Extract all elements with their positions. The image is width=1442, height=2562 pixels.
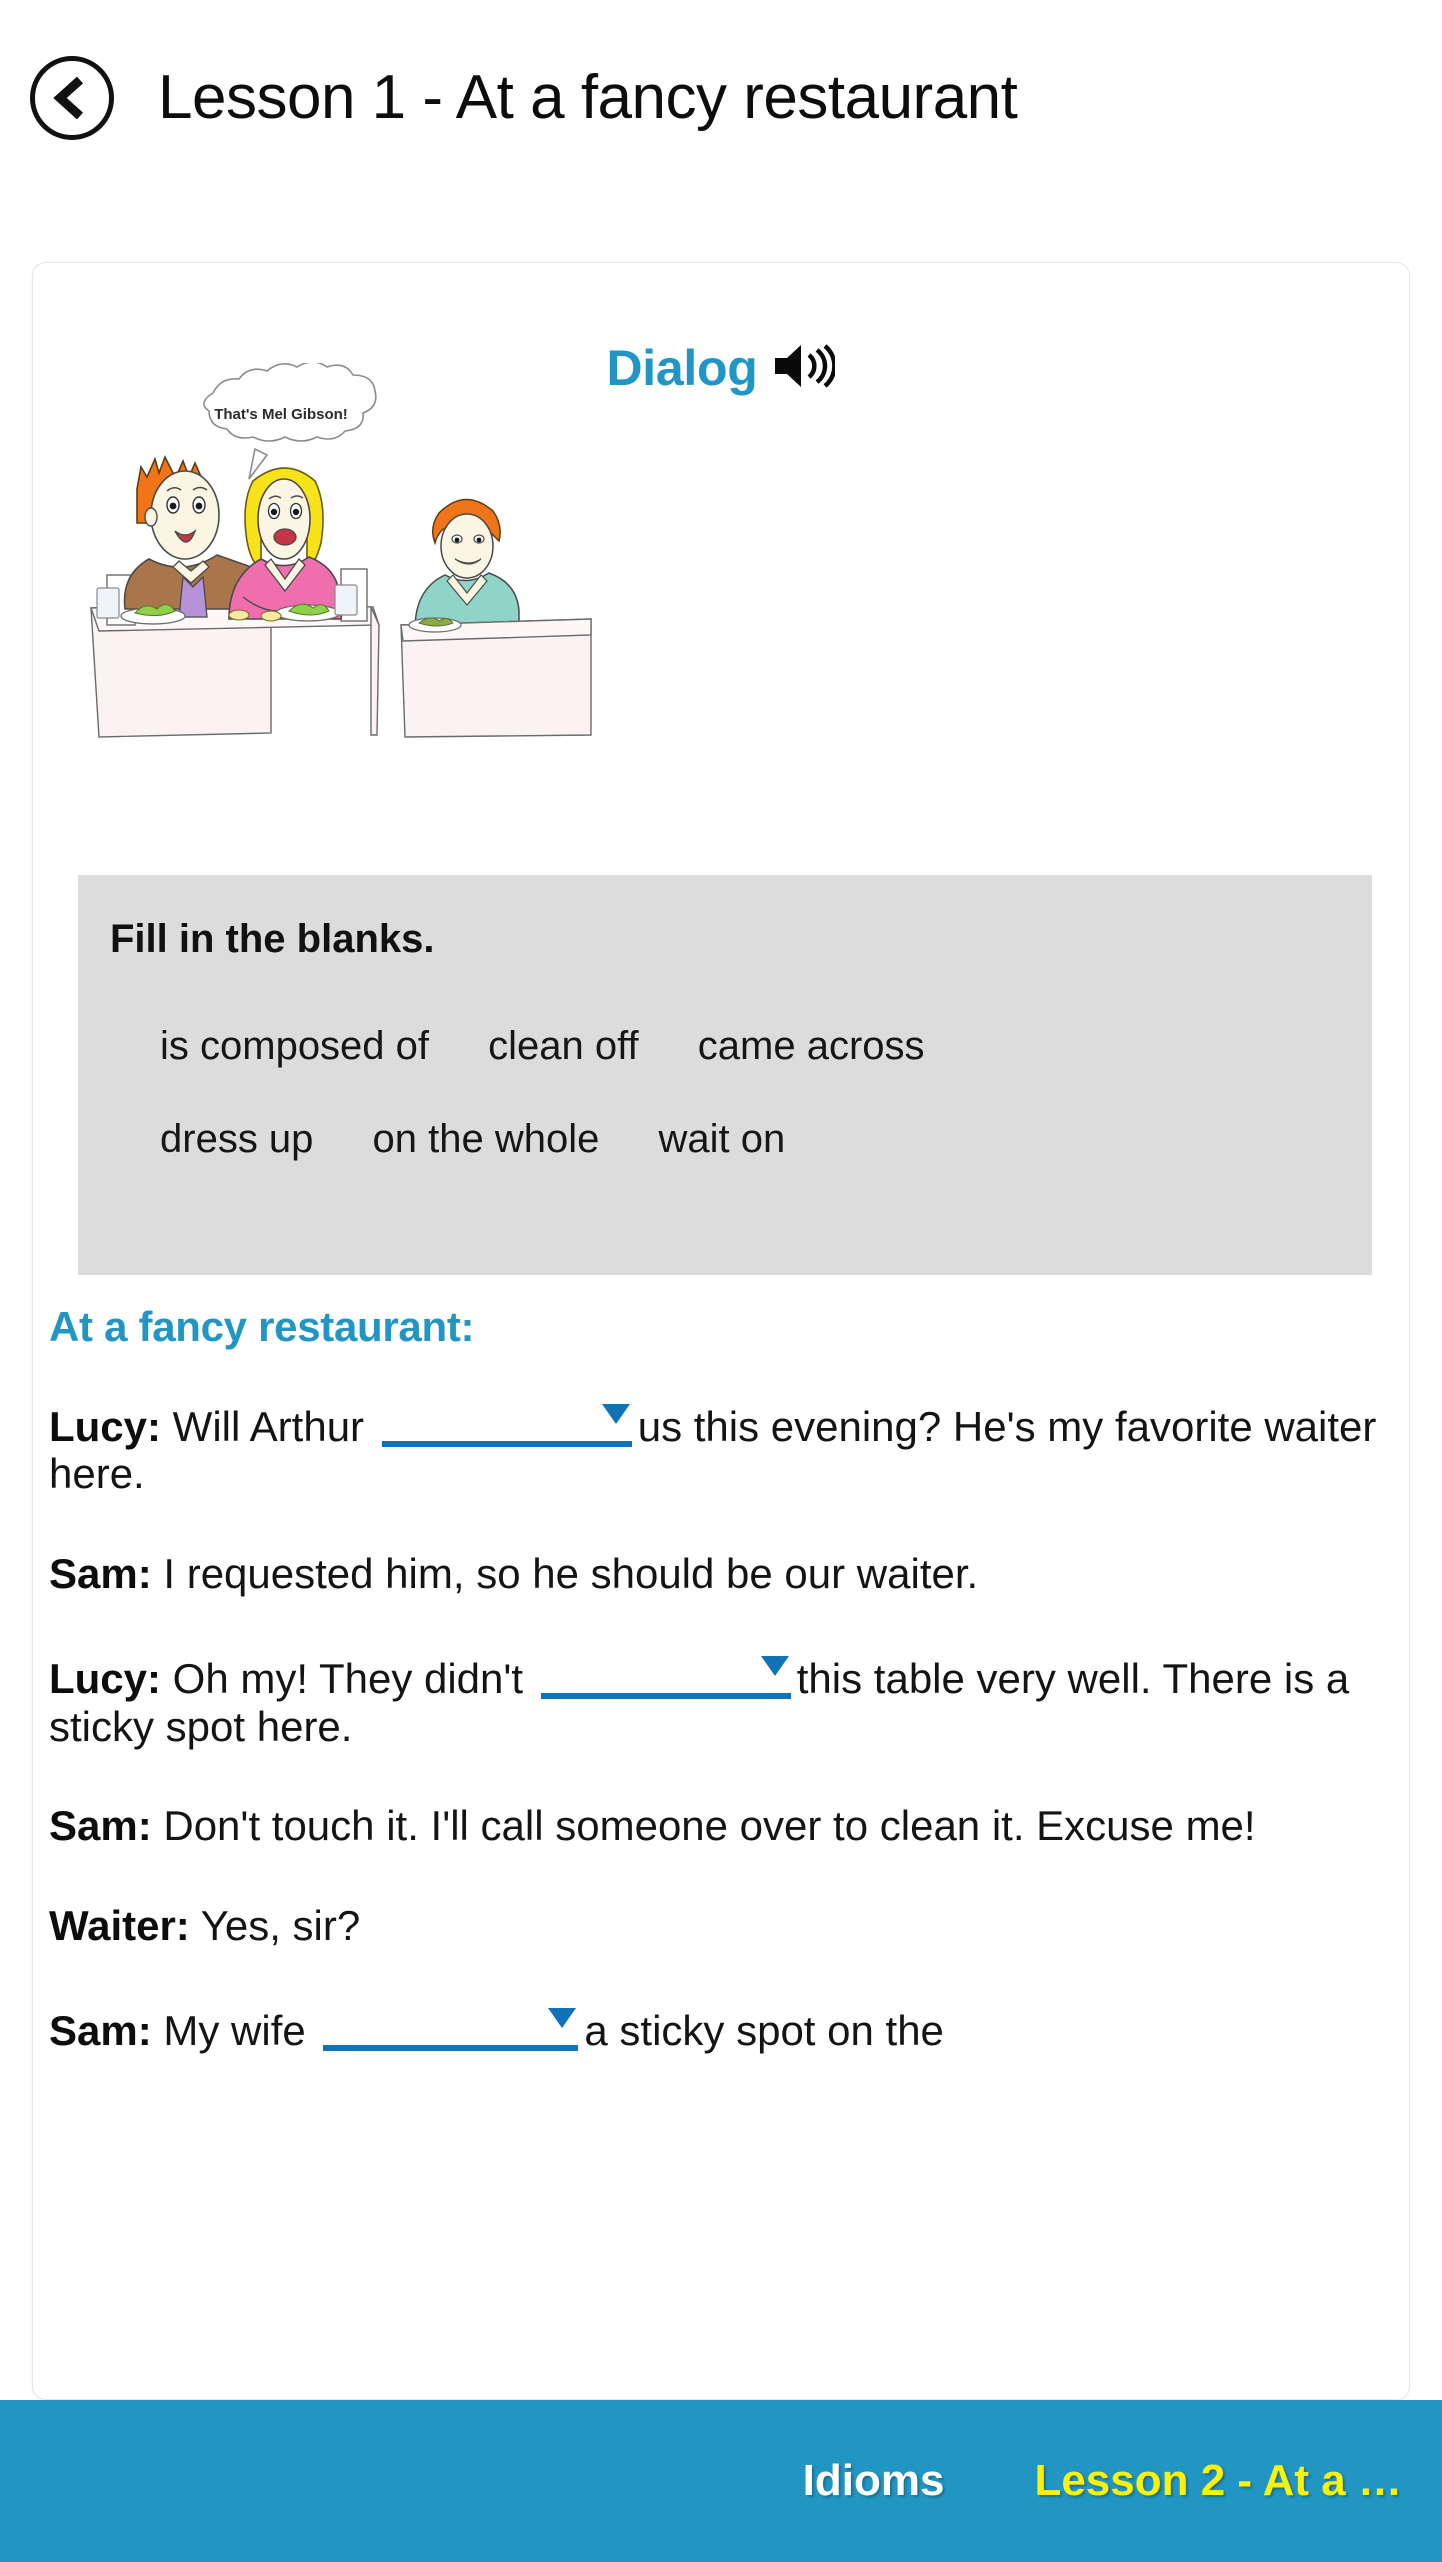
blank-dropdown-3[interactable] [323,2001,579,2052]
dialog-line: Lucy: Oh my! They didn't this table very… [49,1649,1395,1750]
word-bank-item[interactable]: came across [698,1024,925,1069]
line-text-after: a sticky spot on the [584,2007,944,2055]
dialog-section-title: At a fancy restaurant: [49,1303,475,1350]
blank-dropdown-1[interactable] [381,1397,632,1447]
word-bank-row-2: dress up on the whole wait on [110,1117,1372,1162]
dialog-line: Sam: I requested him, so he should be ou… [49,1550,1395,1597]
speaker-volume-icon[interactable] [773,342,838,395]
word-bank-item[interactable]: dress up [160,1117,313,1162]
dialog-line: Sam: My wife a sticky spot on the [49,2001,1395,2054]
lesson-illustration: That's Mel Gibson! [83,363,603,743]
chevron-down-icon [760,1656,789,1677]
dialog-transcript: At a fancy restaurant: Lucy: Will Arthur… [49,1303,1395,2107]
speaker-name: Sam: [49,1802,152,1850]
blank-dropdown-2[interactable] [540,1649,791,1700]
line-text-before: Don't touch it. I'll call someone over t… [151,1802,1256,1850]
word-bank-panel: Fill in the blanks. is composed of clean… [78,875,1372,1275]
page-title: Lesson 1 - At a fancy restaurant [158,63,1018,133]
dialog-line: Sam: Don't touch it. I'll call someone o… [49,1802,1395,1849]
page-header: Lesson 1 - At a fancy restaurant [0,0,1442,196]
word-bank-item[interactable]: wait on [659,1117,786,1162]
line-text-before: Yes, sir? [189,1901,361,1949]
nav-next-lesson-button[interactable]: Lesson 2 - At a … [1034,2456,1422,2506]
word-bank-title: Fill in the blanks. [110,917,435,961]
word-bank-item[interactable]: clean off [488,1024,639,1069]
character-man-right [414,498,520,630]
line-text-before: I requested him, so he should be our wai… [151,1549,979,1597]
word-bank-item[interactable]: on the whole [373,1117,600,1162]
dialog-label: Dialog [606,340,758,396]
nav-idioms-button[interactable]: Idioms [803,2456,945,2506]
line-text-before: Oh my! They didn't [161,1655,524,1703]
speaker-name: Lucy: [49,1655,162,1703]
back-button[interactable] [30,56,114,140]
line-text-before: My wife [151,2007,306,2055]
dialog-line: Lucy: Will Arthur us this evening? He's … [49,1397,1395,1498]
character-woman [228,467,343,620]
speaker-name: Lucy: [49,1403,162,1450]
chevron-down-icon [548,2008,577,2029]
bottom-navigation-bar: Idioms Lesson 2 - At a … [0,2400,1442,2562]
speaker-name: Sam: [49,1549,152,1597]
speaker-name: Sam: [49,2007,152,2055]
speaker-name: Waiter: [49,1901,190,1949]
word-bank-row-1: is composed of clean off came across [110,1024,1372,1069]
dialog-line: Waiter: Yes, sir? [49,1902,1395,1949]
speech-bubble: That's Mel Gibson! [203,363,377,480]
chevron-left-icon [50,74,94,122]
svg-text:That's Mel Gibson!: That's Mel Gibson! [214,406,348,423]
chevron-down-icon [601,1404,630,1424]
line-text-before: Will Arthur [161,1403,365,1450]
word-bank-item[interactable]: is composed of [160,1024,429,1069]
lesson-card: Dialog That's Mel Gibson! Fill in the bl… [32,262,1410,2400]
